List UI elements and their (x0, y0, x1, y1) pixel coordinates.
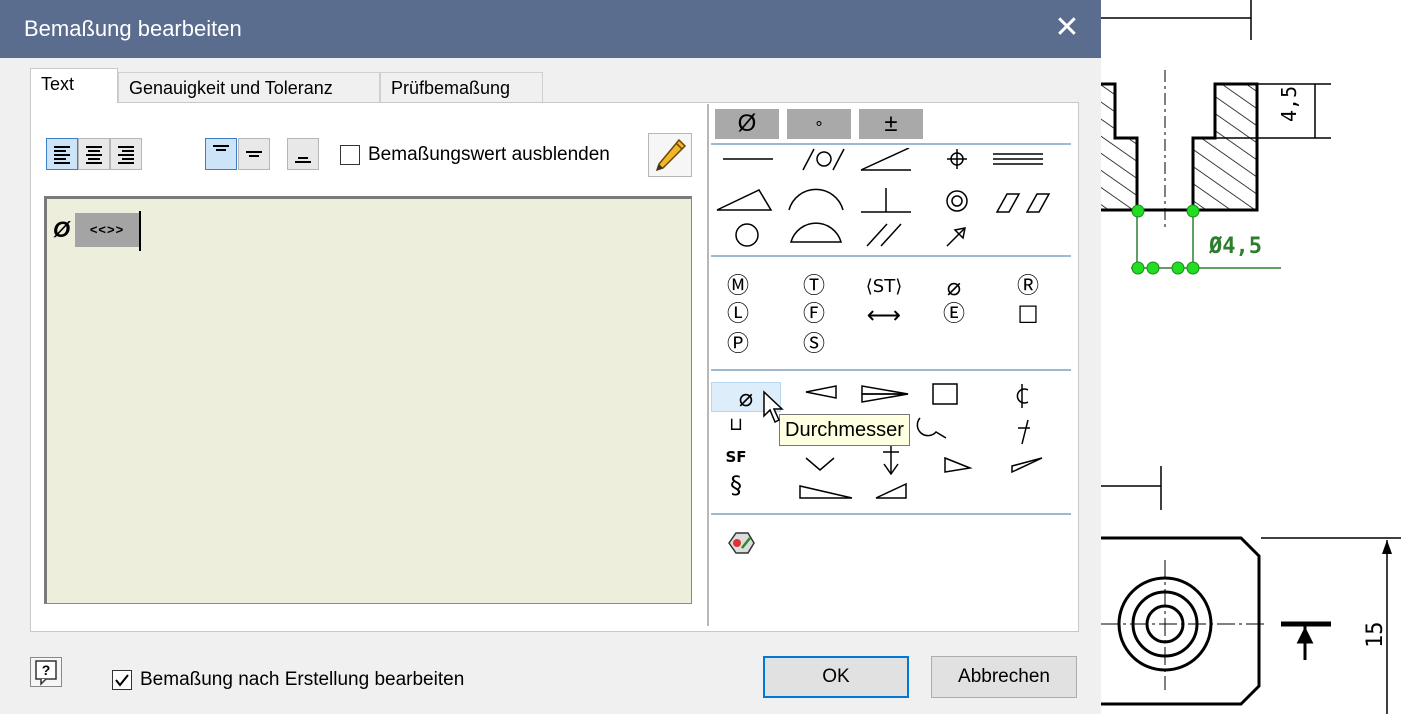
divider (711, 513, 1071, 515)
editor-value-token[interactable]: <<>> (75, 213, 139, 247)
perpendicularity-icon (861, 188, 911, 213)
valign-top-icon (213, 145, 229, 151)
valign-top-button[interactable] (205, 138, 237, 170)
counterbore-icon[interactable]: ⊔ (712, 410, 760, 440)
hide-value-label: Bemaßungswert ausblenden (368, 144, 610, 165)
slope-left-icon (875, 482, 907, 499)
align-left-icon (54, 146, 70, 164)
countersink-icon (805, 457, 835, 471)
diameter-dimension-label[interactable]: Ø4,5 (1209, 234, 1262, 259)
edit-after-create-checkbox[interactable] (112, 670, 132, 690)
envelope-icon[interactable]: Ⓔ (930, 300, 978, 330)
cylindricity-icon (802, 148, 845, 171)
rfs-icon[interactable]: Ⓢ (790, 330, 838, 360)
centerline-icon (1016, 384, 1029, 408)
divider (711, 143, 1071, 145)
close-icon[interactable]: ✕ (1047, 8, 1087, 48)
help-icon: ? (35, 660, 57, 686)
valign-middle-button[interactable] (238, 138, 270, 170)
angularity-icon (860, 148, 911, 171)
depth-icon (883, 446, 899, 476)
editor-diameter-symbol: Ø (53, 217, 71, 242)
diameter-header-button[interactable]: Ø (715, 109, 779, 139)
pencil-icon (655, 138, 687, 172)
between-icon[interactable]: ⟷ (860, 300, 908, 330)
projected-zone-icon[interactable]: Ⓟ (714, 330, 762, 360)
mouse-cursor-icon (763, 390, 784, 424)
valign-bottom-icon (295, 157, 311, 163)
circular-runout-icon (946, 227, 966, 247)
svg-text:?: ? (42, 662, 51, 678)
conical-taper-icon (861, 385, 909, 403)
position-icon (947, 149, 967, 169)
dialog-title: Bemaßung bearbeiten (24, 16, 242, 41)
basic-box-icon[interactable]: ☐ (1004, 300, 1052, 330)
degree-header-button[interactable]: ∘ (787, 109, 851, 139)
profile-line-icon (788, 188, 844, 211)
technical-drawing (1101, 0, 1401, 714)
square-icon (932, 383, 958, 405)
grip-point (1171, 261, 1185, 275)
edit-text-button[interactable] (648, 133, 692, 177)
cancel-button[interactable]: Abbrechen (931, 656, 1077, 698)
valign-bottom-button[interactable] (287, 138, 319, 170)
grip-point (1131, 204, 1145, 218)
tab-text[interactable]: Text (30, 68, 118, 103)
valign-middle-icon (246, 151, 262, 157)
height-dimension-label[interactable]: 4,5 (1277, 86, 1301, 122)
align-center-icon (86, 146, 102, 164)
align-right-button[interactable] (110, 138, 142, 170)
tab-precision-tolerance[interactable]: Genauigkeit und Toleranz (118, 72, 380, 102)
drawing-canvas[interactable]: Ø4,5 4,5 15 (1101, 0, 1410, 714)
align-center-button[interactable] (78, 138, 110, 170)
circularity-icon (735, 223, 759, 247)
profile-surface-icon (790, 222, 842, 243)
align-left-button[interactable] (46, 138, 78, 170)
edit-after-create-label: Bemaßung nach Erstellung bearbeiten (140, 669, 465, 690)
tab-inspection-dimension[interactable]: Prüfbemaßung (380, 72, 543, 102)
spot-face-icon[interactable]: SF (712, 442, 760, 472)
text-caret (139, 211, 141, 251)
arc-length-icon[interactable]: § (712, 470, 760, 500)
divider (711, 255, 1071, 257)
divider (711, 369, 1071, 371)
grip-point (1131, 261, 1145, 275)
grip-point (1186, 261, 1200, 275)
conical-icon (1011, 457, 1043, 474)
dagger-icon (1018, 419, 1030, 445)
tangent-plane-icon[interactable]: Ⓣ (790, 272, 838, 302)
symbol-library-icon[interactable] (726, 530, 756, 556)
overall-dimension-label[interactable]: 15 (1363, 622, 1388, 649)
parallelism-icon (866, 223, 902, 247)
grip-point (1186, 204, 1200, 218)
title-bar: Bemaßung bearbeiten ✕ (0, 0, 1101, 58)
flatness-icon (716, 189, 773, 211)
dimension-text-editor[interactable]: Ø <<>> (44, 196, 692, 604)
diameter-modifier-icon[interactable]: ⌀ (930, 272, 978, 302)
hide-value-checkbox[interactable] (340, 145, 360, 165)
slope-right-icon (799, 485, 853, 499)
total-runout-icon (995, 193, 1051, 213)
concentricity-icon (946, 190, 968, 212)
parallelism-line-icon (993, 153, 1043, 165)
checkmark-icon (115, 674, 129, 687)
plusminus-header-button[interactable]: ± (859, 109, 923, 139)
grip-point (1146, 261, 1160, 275)
statistical-icon[interactable]: ⟨ST⟩ (860, 272, 908, 302)
spherical-icon (916, 417, 947, 439)
ok-button[interactable]: OK (763, 656, 909, 698)
align-right-icon (118, 146, 134, 164)
edit-dimension-dialog: Bemaßung bearbeiten ✕ Text Genauigkeit u… (0, 0, 1101, 714)
slope-icon (944, 456, 973, 473)
mmc-icon[interactable]: Ⓜ (714, 272, 762, 302)
tooltip: Durchmesser (779, 414, 910, 446)
lmc-icon[interactable]: Ⓛ (714, 300, 762, 330)
taper-icon (805, 385, 837, 399)
free-state-icon[interactable]: Ⓕ (790, 300, 838, 330)
help-button[interactable]: ? (30, 657, 62, 687)
regardless-feature-icon[interactable]: Ⓡ (1004, 272, 1052, 302)
